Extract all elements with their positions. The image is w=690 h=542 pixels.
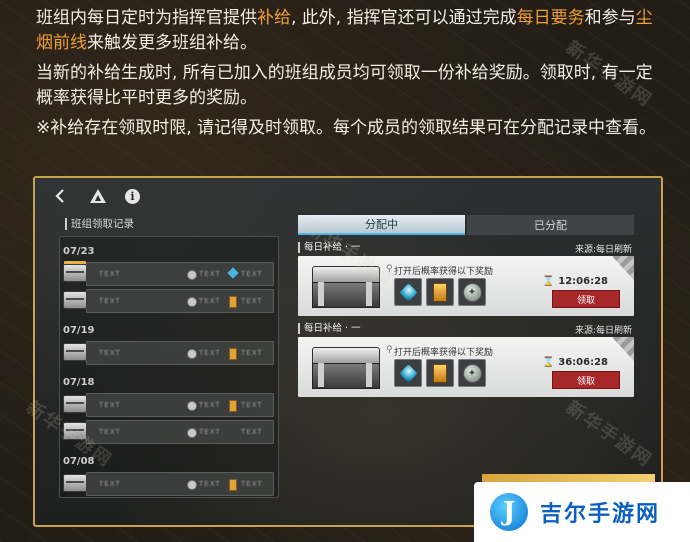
reward-description: 打开后概率获得以下奖励 [394,348,494,358]
reward-slot-gold-bar[interactable] [426,359,454,387]
reward-amount: TEXT [199,297,221,305]
reward-amount: TEXT [199,270,221,278]
medal-icon: ✦ [462,282,482,302]
reward-slot-medal[interactable]: ✦ [458,359,486,387]
top-bar: i [49,184,140,208]
reward-amount: TEXT [199,349,221,357]
coin-icon [187,349,197,359]
supply-card-name: 每日补给 · 一 [298,323,361,334]
reward-slot-crystal[interactable] [394,278,422,306]
medal-icon: ✦ [462,363,482,383]
reward-amount: TEXT [199,428,221,436]
gold-bar-icon [229,296,237,308]
site-logo-icon: J [490,493,528,531]
coin-icon [187,428,197,438]
member-name: TEXT [99,297,121,305]
record-date: 07/19 [63,325,95,336]
reward-amount: TEXT [199,480,221,488]
coin-icon [187,297,197,307]
reward-amount: TEXT [241,428,263,436]
crystal-icon [398,282,418,302]
gold-bar-icon [229,348,237,360]
site-logo-text: 吉尔手游网 [540,502,661,527]
intro-text: 班组内每日定时为指挥官提供补给, 此外, 指挥官还可以通过完成每日要务和参与尘烟… [36,6,666,147]
reward-slot-crystal[interactable] [394,359,422,387]
claim-button[interactable]: 领取 [552,371,620,389]
supply-card-source: 来源:每日刷新 [574,326,632,336]
reward-amount: TEXT [241,401,263,409]
chevron-left-icon[interactable] [49,185,71,207]
record-row[interactable]: TEXT TEXT TEXT [63,262,274,286]
claim-button[interactable]: 领取 [552,290,620,308]
record-date: 07/23 [63,246,95,257]
reward-amount: TEXT [241,297,263,305]
record-row[interactable]: TEXT TEXT TEXT [63,472,274,496]
record-date: 07/18 [63,377,95,388]
magnifier-icon[interactable]: ⚲ [386,345,393,355]
info-icon[interactable]: i [125,188,140,204]
member-name: TEXT [99,270,121,278]
supply-card-source: 来源:每日刷新 [574,245,632,255]
crate-icon [63,474,87,492]
highlight-daily-tasks: 每日要务 [516,8,585,28]
tab-bar: 分配中 已分配 [298,215,634,235]
member-name: TEXT [99,401,121,409]
reward-amount: TEXT [241,270,263,278]
countdown-timer: ⌛ 36:06:28 [542,357,608,368]
member-name: TEXT [99,349,121,357]
countdown-timer: ⌛ 12:06:28 [542,276,608,287]
triangle-logo-icon[interactable] [87,185,109,207]
record-row[interactable]: TEXT TEXT TEXT [63,341,274,365]
reward-description: 打开后概率获得以下奖励 [394,267,494,277]
intro-paragraph-2: 当新的补给生成时, 所有已加入的班组成员均可领取一份补给奖励。领取时, 有一定概… [36,63,653,108]
record-row[interactable]: TEXT TEXT TEXT [63,393,274,417]
gold-bar-icon [229,479,237,491]
gold-banner-strip [482,474,655,482]
member-name: TEXT [99,428,121,436]
gold-bar-icon [433,363,447,383]
record-row[interactable]: TEXT TEXT TEXT [63,420,274,444]
supply-crate-image[interactable] [312,345,382,389]
record-row[interactable]: TEXT TEXT TEXT [63,289,274,313]
coin-icon [187,270,197,280]
tab-distributed[interactable]: 已分配 [467,215,634,235]
crate-icon [63,264,87,282]
supply-card: ⚲ 打开后概率获得以下奖励 ✦ ⌛ 36:06:28 领取 [298,337,634,397]
reward-amount: TEXT [241,480,263,488]
site-logo: J 吉尔手游网 [474,482,690,542]
gold-bar-icon [229,400,237,412]
reward-amount: TEXT [199,401,221,409]
left-panel-title: 班组领取记录 [65,218,134,230]
coin-icon [187,480,197,490]
coin-icon [187,401,197,411]
gold-bar-icon [433,282,447,302]
crystal-icon [398,363,418,383]
highlight-supply: 补给 [257,8,291,28]
crate-icon [63,291,87,309]
intro-paragraph-3: ※补给存在领取时限, 请记得及时领取。每个成员的领取结果可在分配记录中查看。 [36,118,657,138]
supply-card-header: 每日补给 · 一 来源:每日刷新 [298,323,634,336]
reward-amount: TEXT [241,349,263,357]
crystal-icon [227,267,239,279]
crate-icon [63,395,87,413]
reward-slot-medal[interactable]: ✦ [458,278,486,306]
crate-icon [63,343,87,361]
member-name: TEXT [99,480,121,488]
reward-slot-gold-bar[interactable] [426,278,454,306]
